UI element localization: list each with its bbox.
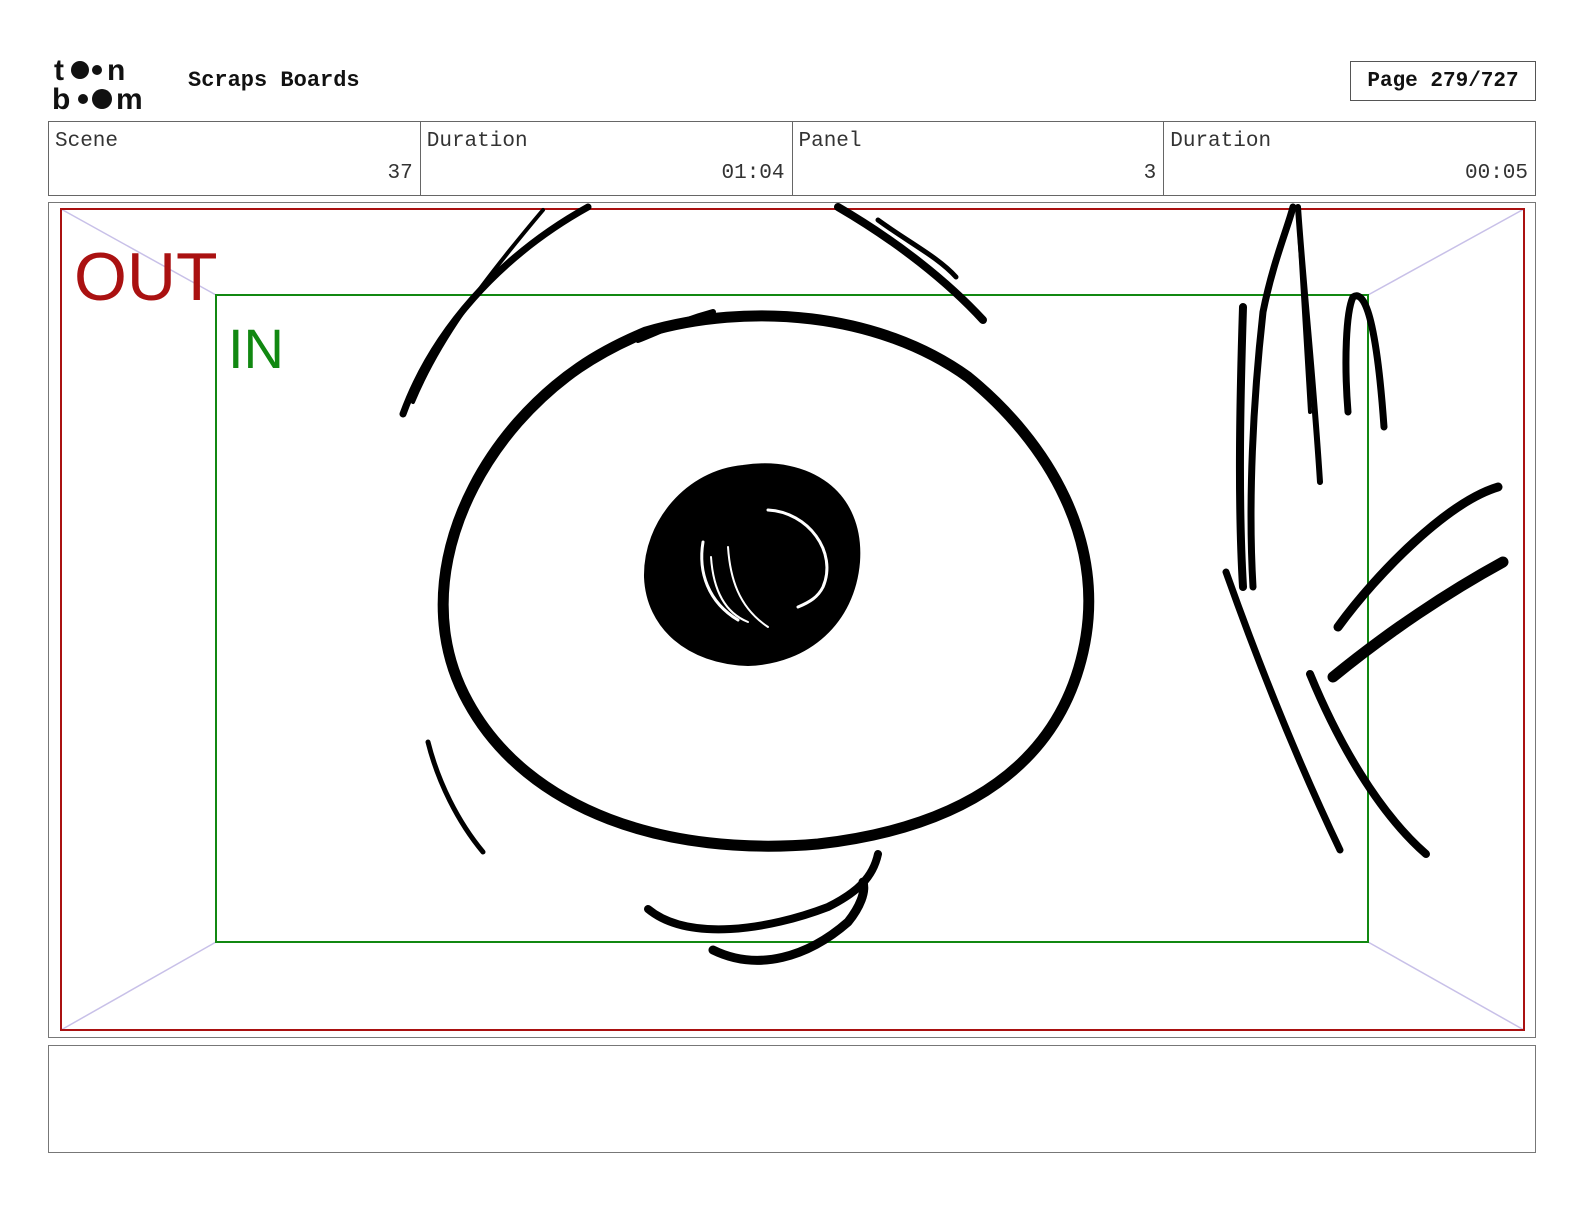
panel-drawing: OUT IN bbox=[60, 203, 1525, 1031]
panel-label: Panel bbox=[798, 130, 862, 153]
board-title: Scraps Boards bbox=[188, 68, 360, 93]
toon-boom-logo: t n b m bbox=[52, 54, 143, 112]
svg-text:b: b bbox=[52, 83, 70, 112]
panel-duration-label: Duration bbox=[1170, 130, 1272, 153]
scene-duration-cell: Duration 01:04 bbox=[421, 122, 793, 195]
panel-info-row: Scene 37 Duration 01:04 Panel 3 Duration… bbox=[48, 121, 1536, 196]
panel-duration-cell: Duration 00:05 bbox=[1164, 122, 1535, 195]
panel-value: 3 bbox=[1143, 162, 1157, 185]
out-label: OUT bbox=[74, 239, 218, 315]
page-indicator: Page 279/727 bbox=[1350, 61, 1536, 101]
panel-duration-value: 00:05 bbox=[1464, 162, 1528, 185]
scene-label: Scene bbox=[55, 130, 119, 153]
panel-cell: Panel 3 bbox=[793, 122, 1165, 195]
panel-notes-box bbox=[48, 1045, 1536, 1153]
scene-duration-label: Duration bbox=[426, 130, 528, 153]
svg-text:m: m bbox=[116, 83, 143, 112]
scene-duration-value: 01:04 bbox=[721, 162, 785, 185]
eye-sketch bbox=[399, 203, 1509, 965]
scene-value: 37 bbox=[387, 162, 413, 185]
in-label: IN bbox=[228, 317, 284, 380]
scene-cell: Scene 37 bbox=[49, 122, 421, 195]
